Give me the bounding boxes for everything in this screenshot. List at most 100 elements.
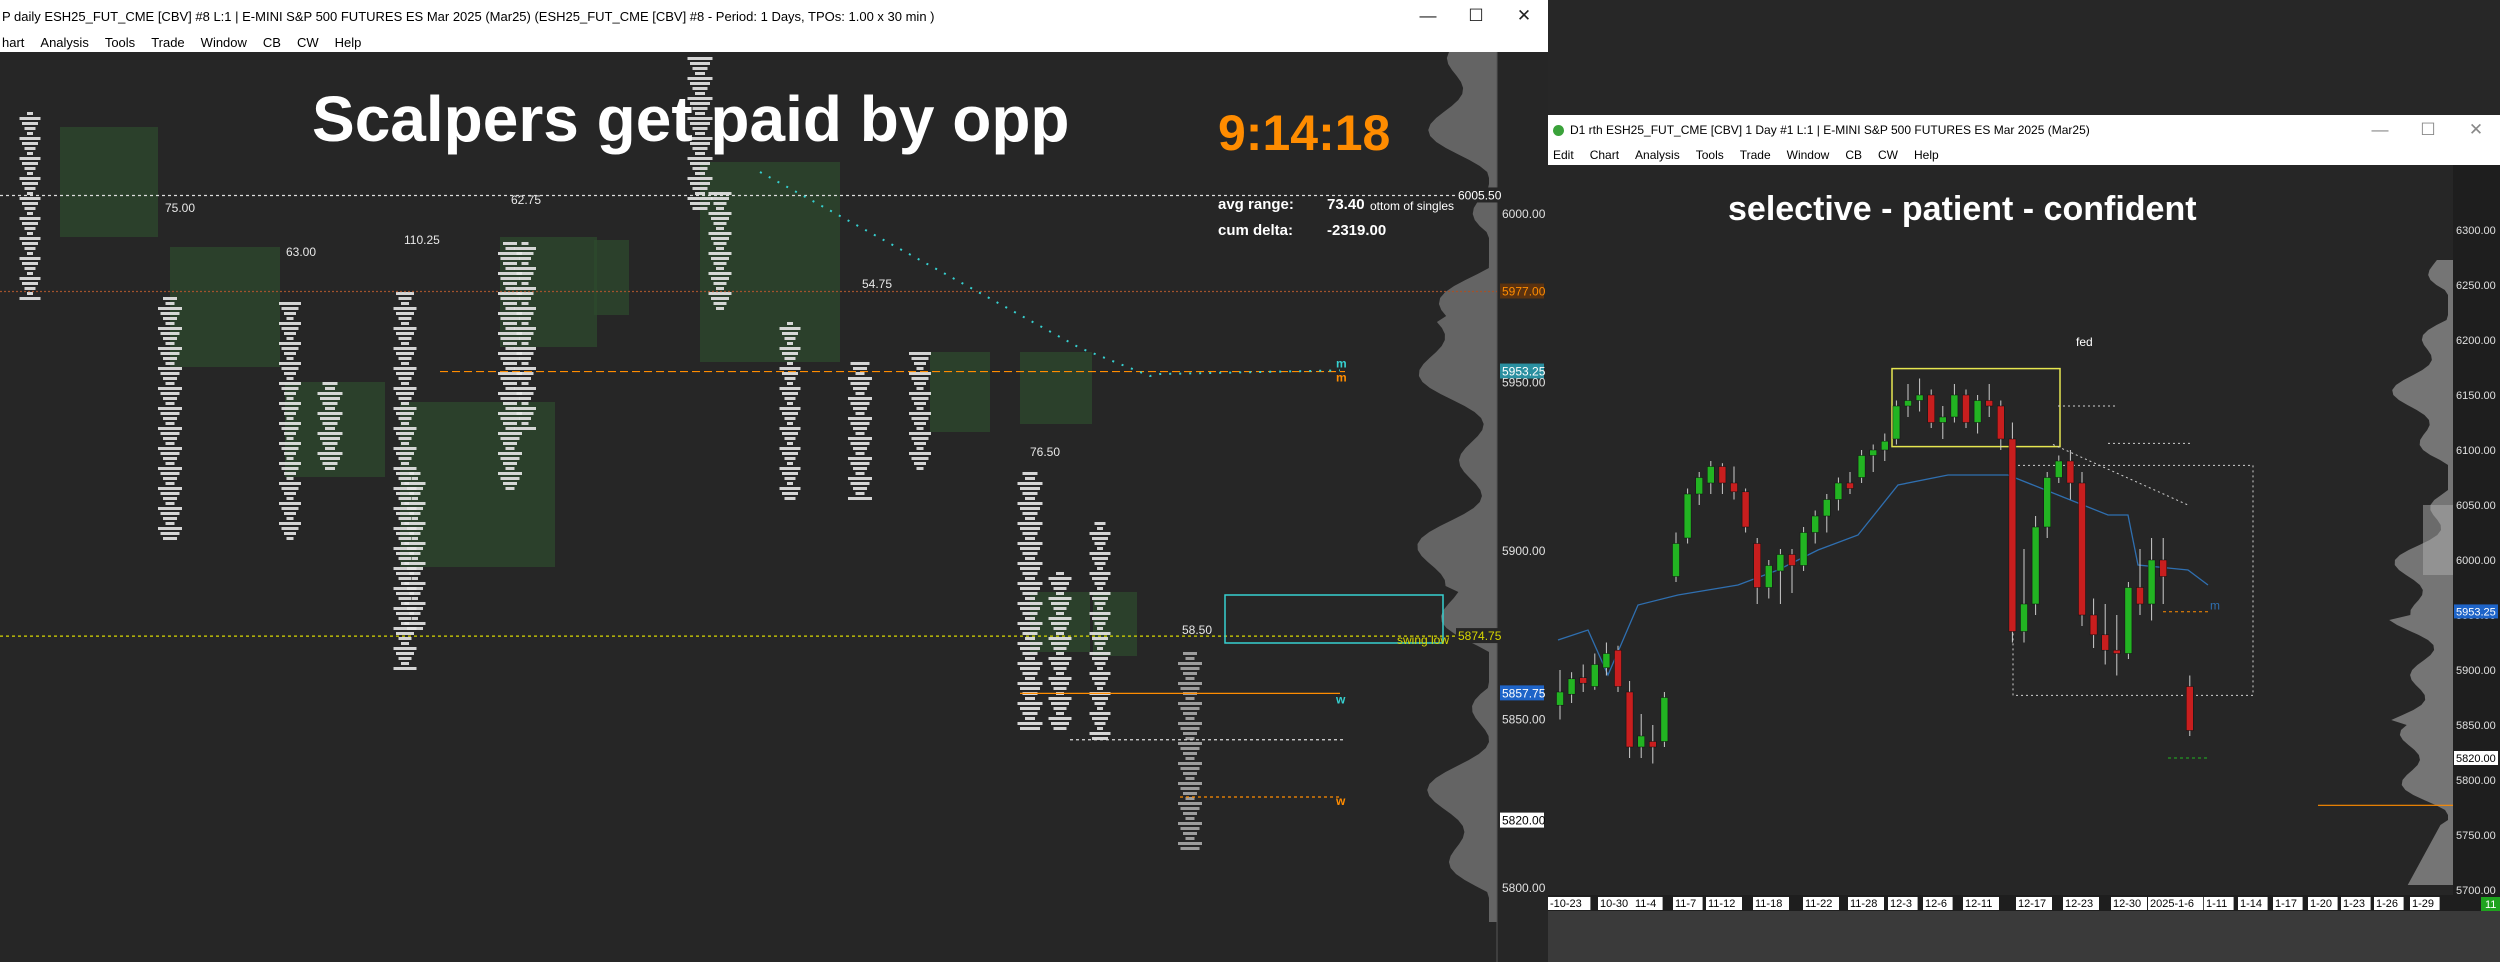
left-menu-1[interactable]: Analysis [40, 35, 88, 50]
tpo-row [782, 412, 798, 415]
tpo-row [516, 252, 534, 255]
tpo-row [695, 172, 705, 175]
tpo-row [787, 402, 793, 405]
tpo-row [519, 337, 531, 340]
left-maximize-icon[interactable]: ☐ [1452, 0, 1500, 32]
left-menu-6[interactable]: CW [297, 35, 319, 50]
candle-body [2186, 686, 2194, 731]
right-menu-2[interactable]: Analysis [1635, 148, 1680, 162]
tpo-row [1092, 617, 1108, 620]
tpo-row [855, 472, 865, 475]
tpo-row [398, 597, 412, 600]
tpo-row [1022, 552, 1038, 555]
range-label: 75.00 [165, 201, 195, 215]
candle-body [2159, 559, 2167, 577]
tpo-row [1017, 642, 1043, 645]
right-menu-1[interactable]: Chart [1590, 148, 1619, 162]
tpo-row [779, 327, 801, 330]
tpo-row [784, 397, 796, 400]
tpo-row [165, 422, 175, 425]
tpo-row [514, 307, 536, 310]
date-tick: -10-23 [1550, 898, 1582, 910]
tpo-row [687, 57, 713, 60]
candle-body [1556, 691, 1564, 706]
right-title-bar[interactable]: D1 rth ESH25_FUT_CME [CBV] 1 Day #1 L:1 … [1548, 115, 2500, 145]
tpo-row [393, 327, 417, 330]
tpo-row [1178, 742, 1202, 745]
tpo-row [784, 357, 796, 360]
tpo-row [787, 362, 793, 365]
right-menu-0[interactable]: Edit [1553, 148, 1574, 162]
tpo-row [409, 592, 421, 595]
left-minimize-icon[interactable]: — [1404, 0, 1452, 32]
price-tag: 5977.00 [1502, 285, 1546, 299]
swing-low-label: swing low [1397, 633, 1449, 647]
daily-chart-area[interactable]: m 6300.00 6250.00 6200.00 6150.00 6100.00 6050… [1548, 165, 2500, 962]
tpo-row [503, 242, 517, 245]
tpo-row [404, 562, 426, 565]
right-menu-5[interactable]: Window [1787, 148, 1830, 162]
tpo-row [160, 392, 180, 395]
tpo-row [279, 302, 301, 305]
tpo-row [24, 247, 36, 250]
tpo-row [1053, 647, 1067, 650]
tpo-row [398, 417, 412, 420]
tpo-row [24, 267, 36, 270]
tpo-row [27, 132, 33, 135]
left-menu-4[interactable]: Window [201, 35, 247, 50]
left-title-bar[interactable]: P daily ESH25_FUT_CME [CBV] #8 L:1 | E-M… [0, 0, 1548, 32]
tpo-row [286, 437, 294, 440]
daily-chart-window[interactable]: D1 rth ESH25_FUT_CME [CBV] 1 Day #1 L:1 … [1548, 115, 2500, 962]
tpo-row [1022, 492, 1038, 495]
right-menu-4[interactable]: Trade [1740, 148, 1771, 162]
tpo-row [505, 467, 515, 470]
candle-body [1799, 532, 1808, 566]
tpo-row [1048, 657, 1072, 660]
tpo-row [396, 652, 414, 655]
right-maximize-icon[interactable]: ☐ [2404, 115, 2452, 145]
candle-body [1683, 493, 1692, 539]
left-menu-7[interactable]: Help [335, 35, 362, 50]
tpo-row [19, 257, 41, 260]
tpo-row [784, 417, 796, 420]
left-menu-5[interactable]: CB [263, 35, 281, 50]
tpo-row [19, 197, 41, 200]
tpo-row [158, 487, 182, 490]
tpo-row [853, 367, 867, 370]
tpo-row [1053, 727, 1067, 730]
tpo-row [848, 477, 872, 480]
tpo-row [19, 157, 41, 160]
tpo-row [160, 372, 180, 375]
tpo-row [514, 347, 536, 350]
right-menu-6[interactable]: CB [1845, 148, 1862, 162]
left-menu-3[interactable]: Trade [151, 35, 184, 50]
tpo-chart-area[interactable]: 75.00 63.00 110.25 62.75 54.75 76.50 58.50 swin… [0, 52, 1548, 962]
price-tag: 6005.50 [1458, 188, 1502, 202]
price-tick: 5800.00 [1502, 881, 1546, 895]
tpo-chart-window[interactable]: P daily ESH25_FUT_CME [CBV] #8 L:1 | E-M… [0, 0, 1548, 962]
tpo-row [398, 437, 412, 440]
tpo-row [782, 452, 798, 455]
tpo-row [516, 292, 534, 295]
tpo-row [1022, 472, 1038, 475]
right-close-icon[interactable]: ✕ [2452, 115, 2500, 145]
tpo-row [322, 402, 338, 405]
right-menu-3[interactable]: Tools [1696, 148, 1724, 162]
tpo-row [787, 442, 793, 445]
left-close-icon[interactable]: ✕ [1500, 0, 1548, 32]
tpo-row [1185, 697, 1195, 700]
tpo-row [398, 657, 412, 660]
tpo-row [412, 497, 418, 500]
tpo-row [519, 417, 531, 420]
tpo-row [521, 282, 529, 285]
right-menu-7[interactable]: CW [1878, 148, 1898, 162]
tpo-row [521, 242, 529, 245]
right-minimize-icon[interactable]: — [2356, 115, 2404, 145]
daily-price-tick: 6000.00 [2456, 555, 2496, 567]
left-menu-0[interactable]: hart [2, 35, 24, 50]
tpo-row [1022, 652, 1038, 655]
left-menu-2[interactable]: Tools [105, 35, 135, 50]
tpo-row [1025, 697, 1035, 700]
right-menu-8[interactable]: Help [1914, 148, 1939, 162]
tpo-row [914, 382, 926, 385]
